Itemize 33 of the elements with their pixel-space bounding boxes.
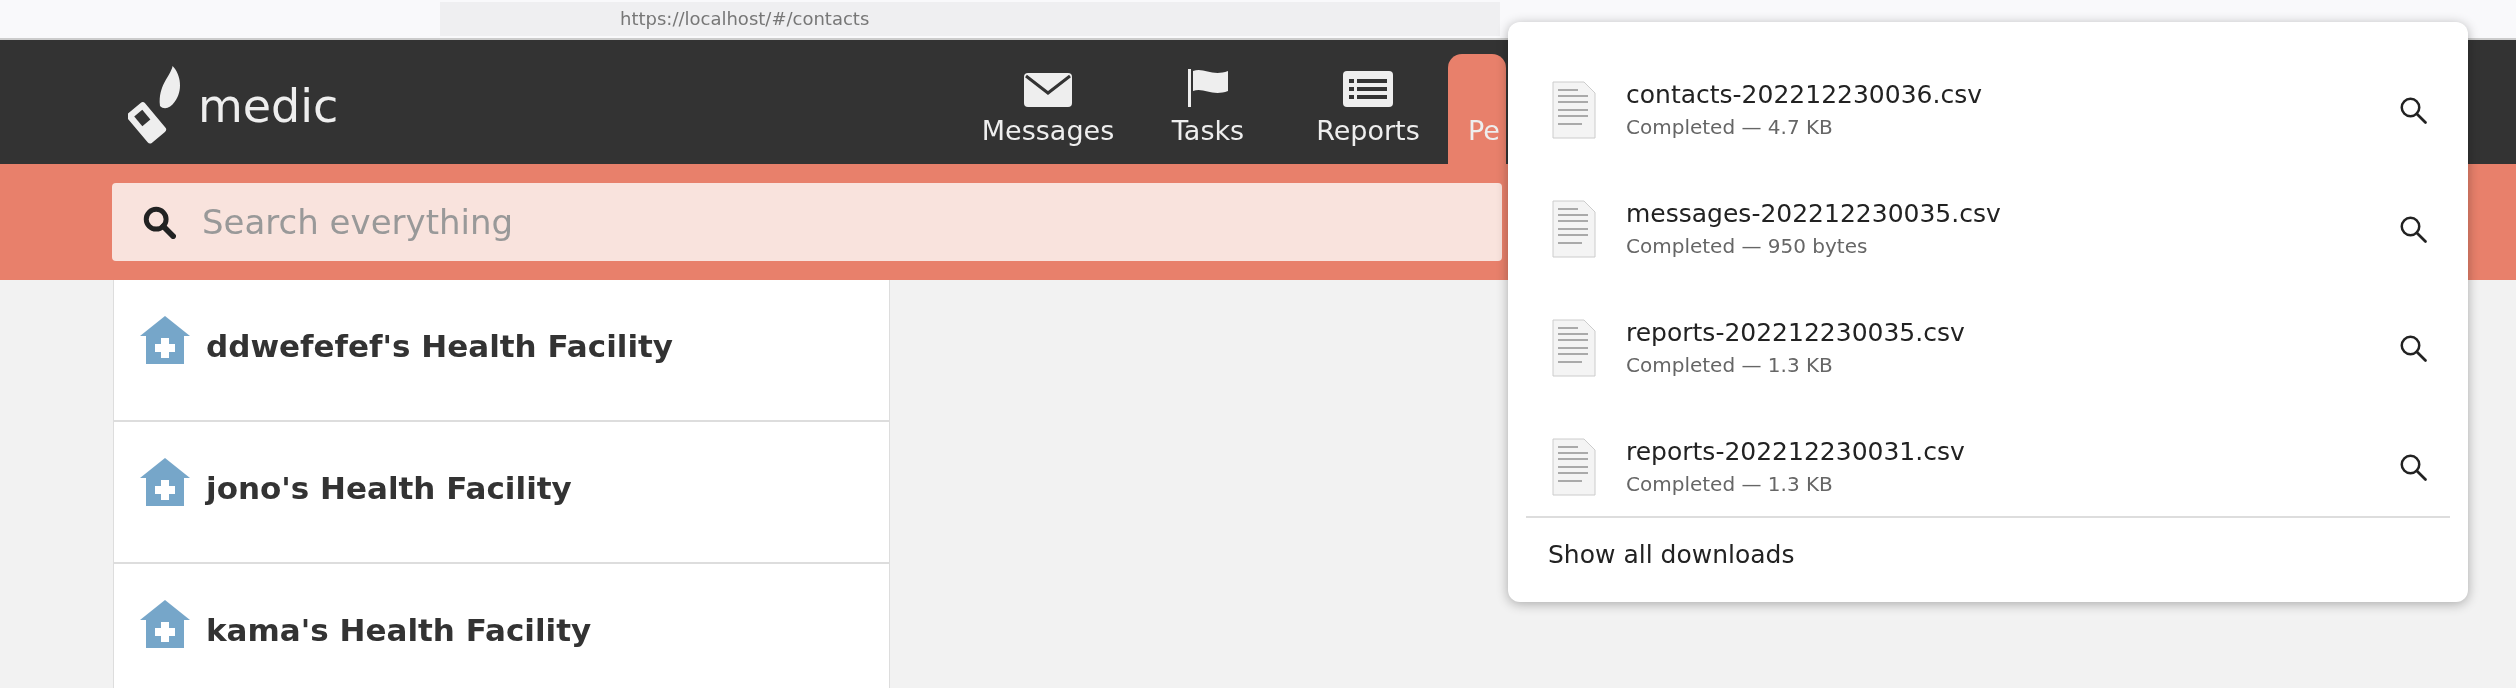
contact-row[interactable]: jono's Health Facility	[114, 422, 889, 564]
envelope-icon	[1024, 71, 1072, 107]
download-item[interactable]: contacts-202212230036.csv Completed — 4.7 KB	[1508, 50, 2468, 169]
contact-name: jono's Health Facility	[206, 470, 572, 506]
document-icon	[1552, 80, 1596, 139]
download-item[interactable]: messages-202212230035.csv Completed — 950 bytes	[1508, 169, 2468, 288]
health-facility-icon	[140, 598, 190, 648]
file-name: reports-202212230035.csv	[1626, 318, 1966, 347]
search-field[interactable]: Search everything	[112, 183, 1502, 261]
download-status: Completed — 1.3 KB	[1626, 353, 1834, 377]
logo-text: medic	[198, 79, 339, 133]
document-icon	[1552, 199, 1596, 258]
contact-name: kama's Health Facility	[206, 612, 592, 648]
nav-tab[interactable]: Reports	[1288, 54, 1448, 164]
nav-tab[interactable]: Messages	[968, 54, 1128, 164]
nav-tab[interactable]: Tasks	[1128, 54, 1288, 164]
contact-row[interactable]: kama's Health Facility	[114, 564, 889, 688]
file-name: contacts-202212230036.csv	[1626, 80, 1983, 109]
list-icon	[1343, 71, 1393, 107]
document-icon	[1552, 437, 1596, 496]
file-name: messages-202212230035.csv	[1626, 199, 2002, 228]
search-icon	[142, 205, 176, 239]
download-status: Completed — 1.3 KB	[1626, 472, 1834, 496]
health-facility-icon	[140, 314, 190, 364]
health-facility-icon	[140, 456, 190, 506]
download-item[interactable]: reports-202212230035.csv Completed — 1.3 KB	[1508, 288, 2468, 407]
address-field[interactable]: https://localhost/#/contacts	[440, 2, 1500, 36]
contact-row[interactable]: ddwefefef's Health Facility	[114, 280, 889, 422]
contact-name: ddwefefef's Health Facility	[206, 328, 674, 364]
document-icon	[1552, 318, 1596, 377]
download-status: Completed — 950 bytes	[1626, 234, 1869, 258]
file-name: reports-202212230031.csv	[1626, 437, 1966, 466]
download-status: Completed — 4.7 KB	[1626, 115, 1834, 139]
